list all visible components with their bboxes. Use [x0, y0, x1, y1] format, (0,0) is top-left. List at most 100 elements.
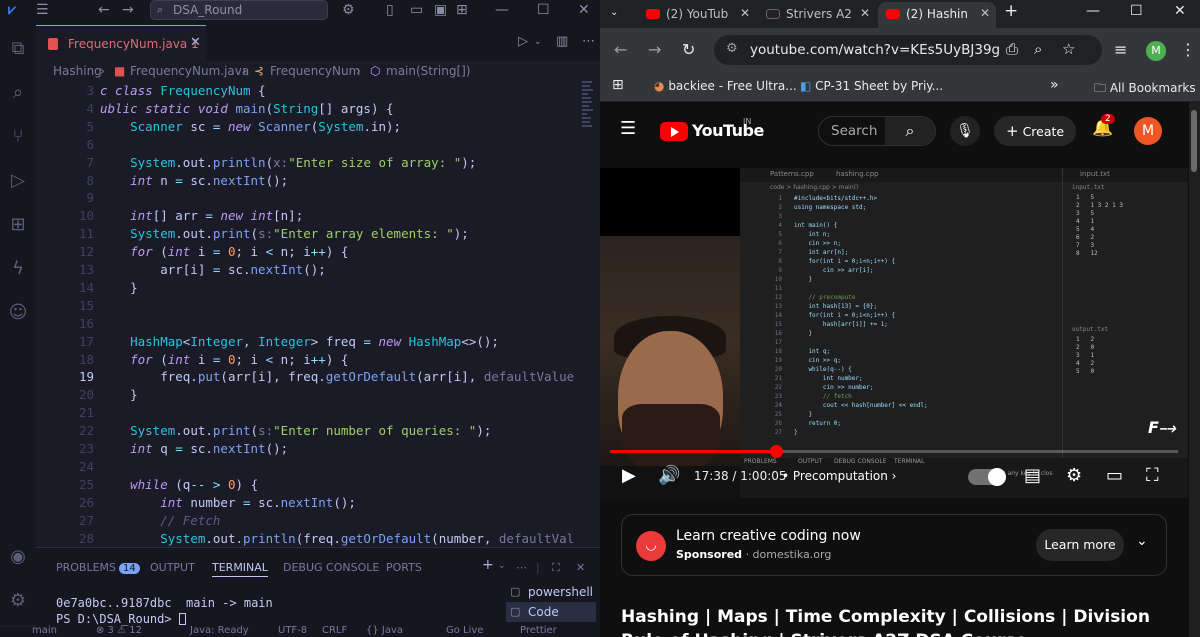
sponsored-ad[interactable]: ◡ Learn creative coding now Sponsored · … — [621, 514, 1167, 576]
command-center-search[interactable]: ⌕ DSA_Round — [150, 0, 328, 20]
play-icon[interactable]: ▶ — [622, 465, 636, 486]
reload-icon[interactable]: ↻ — [682, 40, 695, 59]
status-prettier[interactable]: Prettier — [520, 625, 557, 636]
status-problems[interactable]: ⊗ 3 ⚠ 12 — [96, 625, 142, 636]
voice-search-icon[interactable]: 🎙 — [950, 116, 980, 146]
code-line[interactable]: freq.put(arr[i], freq.getOrDefault(arr[i… — [100, 369, 574, 384]
code-line[interactable]: int q = sc.nextInt(); — [100, 441, 288, 456]
volume-icon[interactable]: 🔊 — [658, 465, 680, 486]
run-dropdown-icon[interactable]: ⌄ — [534, 37, 542, 47]
extensions-icon[interactable]: ⊞ — [6, 213, 30, 237]
toggle-layout-icon[interactable]: ▭ — [410, 2, 423, 18]
all-bookmarks[interactable]: 🗀 All Bookmarks — [1094, 79, 1196, 100]
omnibox[interactable]: ⚙ youtube.com/watch?v=KEs5UyBJ39g ⎙ ⌕ ☆ — [714, 35, 1102, 65]
code-line[interactable]: // Fetch — [100, 513, 220, 528]
close-icon[interactable]: ✕ — [1174, 3, 1186, 19]
browser-tab-youtube[interactable]: (2) YouTub ✕ — [638, 2, 756, 28]
search-icon[interactable]: ⌕ — [6, 81, 30, 105]
run-icon[interactable]: ▷ — [518, 34, 528, 49]
panel-tab-output[interactable]: OUTPUT — [150, 561, 195, 574]
panel-tab-terminal[interactable]: TERMINAL — [212, 561, 268, 577]
create-button[interactable]: + Create — [994, 116, 1076, 146]
toggle-panel-icon[interactable]: ▣ — [434, 2, 447, 18]
more-actions-icon[interactable]: ⋯ — [516, 561, 527, 574]
install-app-icon[interactable]: ⎙ — [1006, 40, 1018, 58]
minimap[interactable] — [582, 81, 594, 151]
terminal-dropdown-icon[interactable]: ⌄ — [498, 561, 506, 571]
copilot-icon[interactable]: ⚙ — [342, 2, 355, 18]
code-line[interactable]: HashMap<Integer, Integer> freq = new Has… — [100, 334, 499, 349]
status-branch[interactable]: main — [32, 625, 57, 636]
new-tab-icon[interactable]: + — [1004, 1, 1018, 21]
toggle-sidebar-icon[interactable]: ▯ — [386, 2, 394, 18]
status-encoding[interactable]: UTF-8 — [278, 625, 307, 636]
new-terminal-icon[interactable]: + — [482, 557, 494, 573]
status-language[interactable]: {} Java — [366, 625, 403, 636]
tab-close-icon[interactable]: ✕ — [740, 6, 750, 20]
code-line[interactable]: System.out.println(freq.getOrDefault(num… — [100, 531, 574, 546]
account-avatar[interactable]: M — [1134, 117, 1162, 145]
code-line[interactable]: ublic static void main(String[] args) { — [100, 101, 394, 116]
chevron-down-icon[interactable]: ⌄ — [1136, 533, 1148, 549]
back-icon[interactable]: ← — [614, 40, 627, 59]
accounts-icon[interactable]: ◉ — [6, 545, 30, 569]
maximize-icon[interactable]: ☐ — [1130, 3, 1143, 19]
more-actions-icon[interactable]: ⋯ — [582, 34, 595, 49]
code-line[interactable]: } — [100, 387, 138, 402]
profile-avatar[interactable]: M — [1146, 41, 1166, 61]
status-java[interactable]: Java: Ready — [190, 625, 249, 636]
terminal-item-code[interactable]: ▢ Code — [506, 602, 596, 622]
breadcrumb-file[interactable]: FrequencyNum.java — [130, 64, 249, 78]
manage-gear-icon[interactable]: ⚙ — [6, 589, 30, 613]
code-editor[interactable]: 3 c class FrequencyNum {4 ublic static voi… — [36, 81, 600, 547]
back-icon[interactable]: ← — [98, 2, 110, 18]
close-icon[interactable]: ✕ — [578, 2, 590, 18]
lightning-icon[interactable]: ϟ — [6, 257, 30, 281]
code-line[interactable]: int[] arr = new int[n]; — [100, 208, 303, 223]
close-panel-icon[interactable]: ✕ — [576, 561, 585, 574]
tab-close-icon[interactable]: ✕ — [860, 6, 870, 20]
bookmark-star-icon[interactable]: ☆ — [1062, 40, 1075, 58]
site-info-icon[interactable]: ⚙ — [726, 41, 738, 56]
apps-grid-icon[interactable]: ⊞ — [612, 77, 624, 93]
panel-tab-debug-console[interactable]: DEBUG CONSOLE — [283, 561, 379, 574]
code-line[interactable]: System.out.print(s:"Enter number of quer… — [100, 423, 491, 438]
code-line[interactable]: for (int i = 0; i < n; i++) { — [100, 352, 348, 367]
browser-tab-hashing[interactable]: (2) Hashin ✕ — [878, 2, 996, 28]
copilot-icon[interactable]: ☺ — [6, 301, 30, 325]
minimize-icon[interactable]: — — [495, 2, 509, 18]
menu-icon[interactable]: ☰ — [36, 2, 49, 18]
chrome-menu-icon[interactable]: ⋮ — [1180, 40, 1196, 59]
code-line[interactable]: } — [100, 280, 138, 295]
split-editor-icon[interactable]: ▥ — [556, 34, 568, 49]
forward-icon[interactable]: → — [648, 40, 661, 59]
breadcrumb-method[interactable]: main(String[]) — [386, 64, 471, 78]
status-eol[interactable]: CRLF — [322, 625, 347, 636]
source-control-icon[interactable]: ⑂ — [6, 125, 30, 149]
reading-list-icon[interactable]: ≡ — [1114, 40, 1127, 59]
youtube-search-box[interactable]: Search ⌕ — [818, 116, 936, 146]
code-line[interactable]: for (int i = 0; i < n; i++) { — [100, 244, 348, 259]
maximize-icon[interactable]: ☐ — [537, 2, 550, 18]
video-player[interactable]: Patterns.cpp hashing.cpp input.txt code … — [600, 168, 1188, 498]
breadcrumb-folder[interactable]: Hashing — [53, 64, 102, 78]
code-line[interactable]: Scanner sc = new Scanner(System.in); — [100, 119, 401, 134]
maximize-panel-icon[interactable]: ⛶ — [552, 561, 560, 575]
search-icon[interactable]: ⌕ — [885, 117, 935, 145]
bookmark-cp31[interactable]: ◧ CP-31 Sheet by Priy... — [800, 79, 943, 93]
terminal-prompt[interactable]: PS D:\DSA_Round> — [56, 612, 186, 626]
tab-frequencynum[interactable]: FrequencyNum.java 1 ✕ — [36, 25, 206, 61]
run-debug-icon[interactable]: ▷ — [6, 169, 30, 193]
minimize-icon[interactable]: — — [1086, 3, 1100, 19]
browser-tab-strivers[interactable]: Strivers A2 ✕ — [758, 2, 876, 28]
panel-tab-problems[interactable]: PROBLEMS 14 — [56, 561, 140, 574]
code-line[interactable]: while (q-- > 0) { — [100, 477, 258, 492]
zoom-icon[interactable]: ⌕ — [1034, 40, 1042, 58]
notifications-bell-icon[interactable]: 🔔 2 — [1092, 114, 1115, 138]
code-line[interactable]: c class FrequencyNum { — [100, 83, 266, 98]
bookmark-backiee[interactable]: ◕ backiee - Free Ultra... — [654, 79, 797, 93]
theater-mode-icon[interactable]: ▭ — [1106, 465, 1123, 486]
forward-icon[interactable]: → — [122, 2, 134, 18]
breadcrumb-class[interactable]: FrequencyNum — [270, 64, 360, 78]
terminal-item-powershell[interactable]: ▢ powershell — [506, 582, 596, 602]
